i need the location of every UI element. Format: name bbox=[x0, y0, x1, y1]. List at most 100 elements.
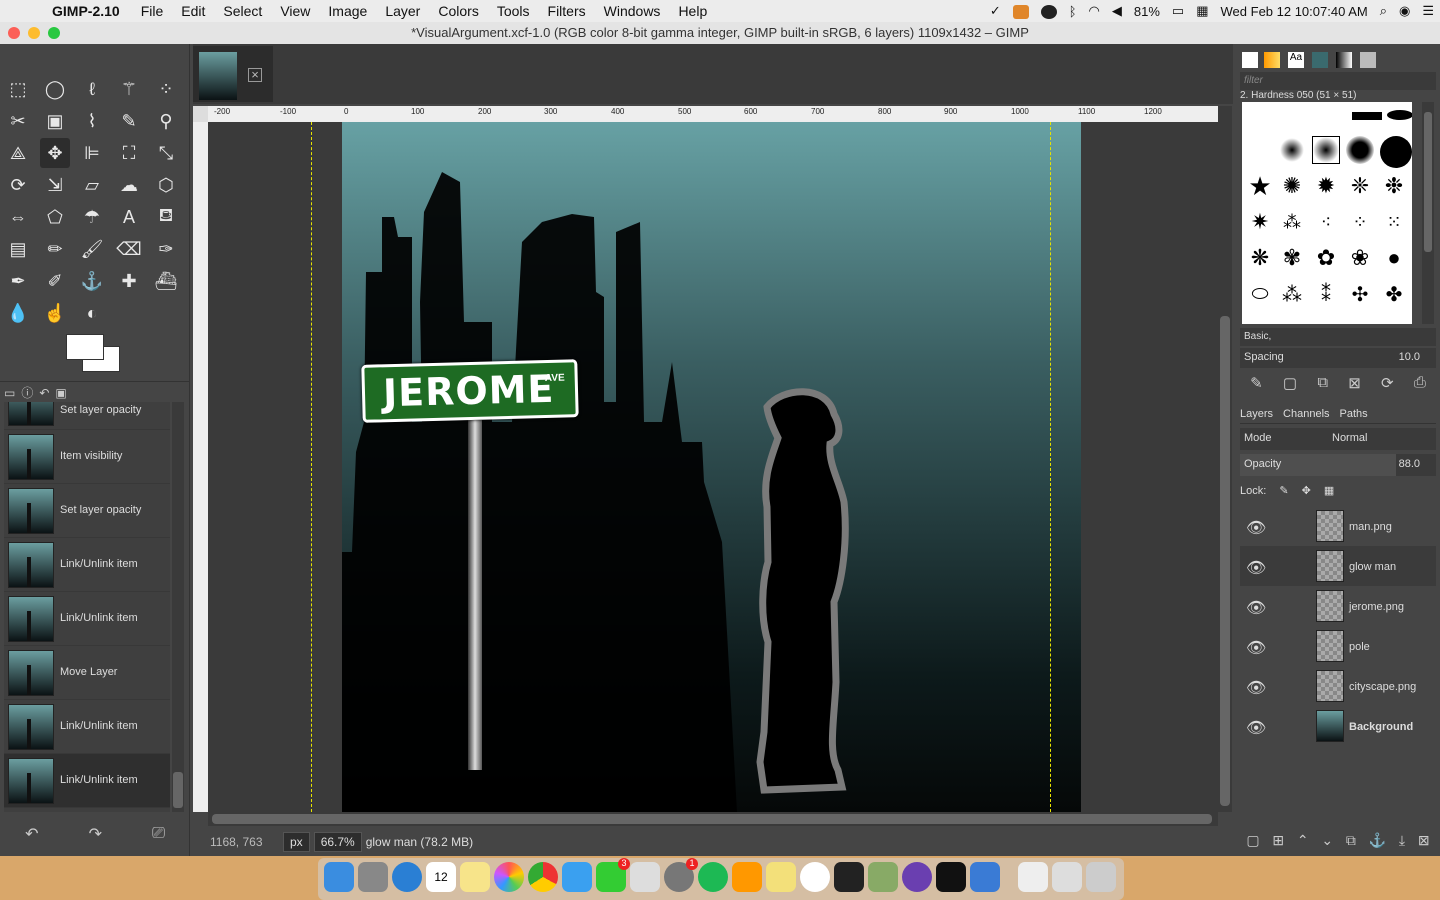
brush-leaf[interactable]: ✣ bbox=[1346, 280, 1374, 308]
unified-transform-tool-icon[interactable]: ⤡ bbox=[151, 138, 181, 168]
visibility-eye-icon[interactable]: 👁 bbox=[1246, 598, 1266, 618]
terminal-icon[interactable] bbox=[834, 862, 864, 892]
sublime-text-icon[interactable] bbox=[732, 862, 762, 892]
eraser-tool-icon[interactable]: ⌫ bbox=[114, 234, 144, 264]
lock-alpha-icon[interactable]: ▦ bbox=[1324, 485, 1334, 497]
dodge-burn-tool-icon[interactable]: ◐ bbox=[77, 298, 107, 328]
layer-row[interactable]: 👁 man.png bbox=[1240, 506, 1436, 546]
vertical-ruler[interactable] bbox=[193, 122, 208, 812]
images-tab-icon[interactable]: ▣ bbox=[55, 386, 66, 400]
opacity-value[interactable]: 88.0 bbox=[1399, 458, 1420, 470]
facetime-icon[interactable]: 3 bbox=[596, 858, 630, 892]
brush-ellipse[interactable] bbox=[1387, 110, 1412, 120]
new-brush-icon[interactable]: ▢ bbox=[1283, 374, 1297, 394]
brush-sphere[interactable]: ● bbox=[1380, 244, 1408, 272]
rect-select-tool-icon[interactable]: ⬚ bbox=[3, 74, 33, 104]
horizontal-ruler[interactable]: -200 -100 0 100 200 300 400 500 600 700 … bbox=[208, 106, 1218, 122]
calendar-icon[interactable]: 12 bbox=[426, 862, 456, 892]
visibility-eye-icon[interactable]: 👁 bbox=[1246, 718, 1266, 738]
brave-status-icon[interactable] bbox=[1012, 3, 1029, 19]
duplicate-layer-icon[interactable]: ⧉ bbox=[1346, 832, 1356, 852]
duplicate-brush-icon[interactable]: ⧉ bbox=[1317, 374, 1328, 394]
free-select-tool-icon[interactable]: ℓ bbox=[77, 74, 107, 104]
canvas-area[interactable]: JEROME AVE bbox=[208, 122, 1218, 812]
keynote-icon[interactable] bbox=[970, 862, 1000, 892]
heal-tool-icon[interactable]: ✚ bbox=[114, 266, 144, 296]
foreground-color-swatch[interactable] bbox=[66, 334, 104, 360]
visibility-eye-icon[interactable]: 👁 bbox=[1246, 558, 1266, 578]
tab-paths[interactable]: Paths bbox=[1340, 408, 1368, 420]
brush-texture[interactable]: ❉ bbox=[1380, 172, 1408, 200]
history-item[interactable]: Item visibility bbox=[4, 430, 170, 484]
brush-splatter[interactable]: ✺ bbox=[1278, 172, 1306, 200]
brush-dots[interactable]: ⁘ bbox=[1346, 208, 1374, 236]
cage-transform-tool-icon[interactable]: ⬠ bbox=[40, 202, 70, 232]
brush-acrylic[interactable]: ✷ bbox=[1246, 208, 1274, 236]
spotify-icon[interactable] bbox=[698, 862, 728, 892]
color-select-tool-icon[interactable]: ⁘ bbox=[151, 74, 181, 104]
lock-position-icon[interactable]: ✥ bbox=[1302, 485, 1311, 497]
palettes-tab-icon[interactable] bbox=[1360, 52, 1376, 68]
dashlane-status-icon[interactable] bbox=[1040, 3, 1057, 19]
unit-select[interactable]: px bbox=[283, 832, 310, 852]
warp-transform-tool-icon[interactable]: ☁ bbox=[114, 170, 144, 200]
battery-icon[interactable]: ▭ bbox=[1172, 3, 1184, 19]
gradients-tab-icon[interactable] bbox=[1336, 52, 1352, 68]
ink-tool-icon[interactable]: ✒ bbox=[3, 266, 33, 296]
scale-tool-icon[interactable]: ⇲ bbox=[40, 170, 70, 200]
fg-bg-color-swatches[interactable] bbox=[66, 334, 126, 376]
layer-row[interactable]: 👁 cityscape.png bbox=[1240, 666, 1436, 706]
image-tab[interactable]: × bbox=[193, 46, 273, 102]
menu-file[interactable]: File bbox=[141, 3, 164, 19]
menu-view[interactable]: View bbox=[280, 3, 310, 19]
visibility-eye-icon[interactable]: 👁 bbox=[1246, 678, 1266, 698]
layer-row[interactable]: 👁 Background bbox=[1240, 706, 1436, 746]
clear-history-icon[interactable]: ⎚ bbox=[152, 825, 165, 843]
undo-icon[interactable]: ↶ bbox=[25, 824, 38, 844]
spacing-value[interactable]: 10.0 bbox=[1399, 351, 1420, 363]
menu-windows[interactable]: Windows bbox=[604, 3, 661, 19]
brush-pencil-scratch[interactable]: ✤ bbox=[1380, 280, 1408, 308]
new-layer-group-icon[interactable]: ⊞ bbox=[1272, 832, 1284, 852]
vertical-scroll-thumb[interactable] bbox=[1220, 316, 1230, 806]
safari-icon[interactable] bbox=[392, 862, 422, 892]
smudge-tool-icon[interactable]: ☝ bbox=[40, 298, 70, 328]
shear-tool-icon[interactable]: ▱ bbox=[77, 170, 107, 200]
tab-layers[interactable]: Layers bbox=[1240, 408, 1273, 420]
brush-hardness-050-selected[interactable] bbox=[1312, 136, 1340, 164]
brush-noise[interactable]: ✾ bbox=[1278, 244, 1306, 272]
brush-star[interactable]: ★ bbox=[1246, 171, 1274, 201]
console-icon[interactable] bbox=[936, 862, 966, 892]
history-item[interactable]: Move Layer bbox=[4, 646, 170, 700]
open-brush-as-image-icon[interactable]: ⎙ bbox=[1414, 374, 1426, 394]
layer-mode-select[interactable]: Normal bbox=[1332, 432, 1367, 444]
history-item[interactable]: Set layer opacity bbox=[4, 484, 170, 538]
canvas-vertical-scrollbar[interactable] bbox=[1218, 106, 1232, 812]
downloads-stack-icon[interactable] bbox=[1018, 862, 1048, 892]
github-desktop-icon[interactable] bbox=[902, 862, 932, 892]
battery-percent[interactable]: 81% bbox=[1134, 4, 1160, 19]
clock[interactable]: Wed Feb 12 10:07:40 AM bbox=[1221, 4, 1368, 19]
stickies-icon[interactable] bbox=[766, 862, 796, 892]
brush-oval-grunge[interactable]: ⬭ bbox=[1246, 280, 1274, 308]
fuzzy-select-tool-icon[interactable]: ⚚ bbox=[114, 74, 144, 104]
history-item[interactable]: Link/Unlink item bbox=[4, 592, 170, 646]
ellipse-select-tool-icon[interactable]: ◯ bbox=[40, 74, 70, 104]
brush-chalk[interactable]: ⁂ bbox=[1278, 208, 1306, 236]
brush-stone[interactable]: ❀ bbox=[1346, 244, 1374, 272]
tab-channels[interactable]: Channels bbox=[1283, 408, 1329, 420]
canvas-guide-right[interactable] bbox=[1050, 122, 1051, 812]
wifi-icon[interactable]: ◠ bbox=[1089, 3, 1100, 19]
grammarly-icon[interactable] bbox=[800, 862, 830, 892]
menu-select[interactable]: Select bbox=[223, 3, 262, 19]
brush-hardness-100[interactable] bbox=[1380, 136, 1412, 168]
patterns-tab-icon[interactable] bbox=[1264, 52, 1280, 68]
messages-icon[interactable] bbox=[562, 862, 592, 892]
history-item[interactable]: Set layer opacity bbox=[4, 402, 170, 430]
move-tool-icon[interactable]: ✥ bbox=[40, 138, 70, 168]
textedit-icon[interactable] bbox=[630, 862, 660, 892]
zoom-window-button[interactable] bbox=[48, 27, 60, 39]
ruler-corner[interactable] bbox=[193, 106, 208, 122]
history-scrollbar[interactable] bbox=[172, 402, 184, 812]
clone-tool-icon[interactable]: ⚓ bbox=[77, 266, 107, 296]
